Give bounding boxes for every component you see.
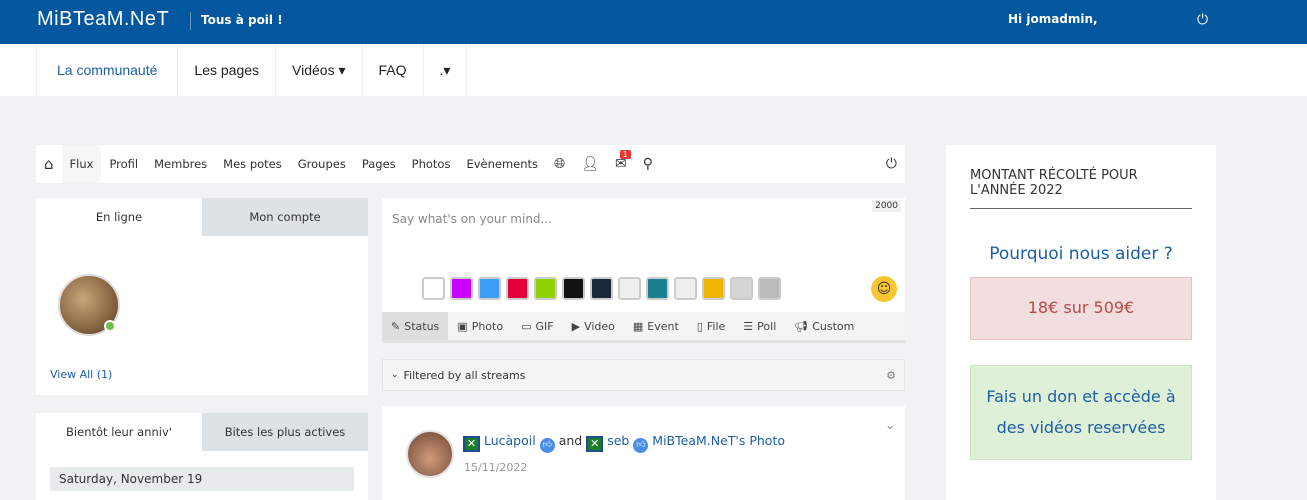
filter-label: Filtered by all streams (403, 368, 526, 382)
tab-en-ligne[interactable]: En ligne (36, 198, 202, 236)
background-swatch[interactable] (422, 277, 445, 300)
nav-pages[interactable]: Pages (354, 145, 404, 183)
nav-faq[interactable]: FAQ (361, 44, 423, 96)
pencil-icon: ✎ (391, 319, 401, 333)
globe-icon[interactable]: 🌐︎ (546, 145, 573, 183)
online-indicator (104, 320, 116, 332)
nav-groupes[interactable]: Groupes (290, 145, 354, 183)
photo-link[interactable]: MiBTeaM.NeT's Photo (652, 433, 785, 448)
gear-icon[interactable]: ⚙ (886, 369, 896, 382)
tagline: Tous à poil ! (201, 13, 283, 27)
like-icon: 👍︎ (633, 438, 649, 453)
power-icon[interactable]: ⏻ (1197, 12, 1208, 28)
divider (190, 12, 191, 30)
chevron-down-icon[interactable]: ⌄ (885, 418, 895, 432)
like-icon: 👍︎ (539, 438, 555, 453)
background-swatch[interactable] (450, 277, 473, 300)
x-flag-icon: ✕ (586, 436, 604, 452)
power-icon[interactable]: ⏻ (878, 145, 905, 183)
nav-profil[interactable]: Profil (101, 145, 146, 183)
status-input[interactable]: Say what's on your mind... (392, 212, 552, 226)
tab-gif[interactable]: ▭ GIF (512, 312, 563, 340)
background-swatches (422, 277, 786, 300)
donation-sidebar: MONTANT RÉCOLTÉ POUR L'ANNÉE 2022 Pourqu… (946, 145, 1216, 500)
view-all-link[interactable]: View All (1) (50, 368, 112, 381)
file-icon: ▯ (696, 319, 703, 333)
friends-icon[interactable]: 👤︎ (573, 145, 607, 183)
background-swatch[interactable] (534, 277, 557, 300)
tab-mon-compte[interactable]: Mon compte (202, 198, 368, 236)
online-panel: En ligne Mon compte View All (1) (36, 198, 368, 395)
tab-file[interactable]: ▯ File (688, 312, 734, 340)
nav-membres[interactable]: Membres (146, 145, 215, 183)
nav-evenements[interactable]: Evènements (458, 145, 546, 183)
site-logo[interactable]: MiBTeaM.NeT (37, 8, 169, 31)
chevron-down-icon: ⌄ (391, 370, 399, 380)
tab-custom[interactable]: 📢︎ Custom (785, 312, 863, 340)
post-date[interactable]: 15/11/2022 (464, 461, 527, 474)
composer-tabs: ✎ Status ▣ Photo ▭ GIF ▶ Video ▦ Event ▯ File … (382, 312, 905, 343)
list-icon: ☰ (743, 319, 754, 333)
post-avatar[interactable] (406, 430, 454, 478)
home-icon[interactable]: ⌂ (36, 145, 62, 183)
camera-icon: ▣ (457, 319, 468, 333)
background-swatch[interactable] (730, 277, 753, 300)
user-link[interactable]: seb (607, 433, 629, 448)
background-swatch[interactable] (674, 277, 697, 300)
social-nav: ⌂ Flux Profil Membres Mes potes Groupes … (36, 145, 905, 183)
image-icon: ▭ (521, 319, 532, 333)
megaphone-icon: 📢︎ (794, 319, 809, 333)
post-header: ✕ Lucàpoil 👍︎ and ✕ seb 👍︎ MiBTeaM.NeT's… (463, 433, 785, 453)
nav-communaute[interactable]: La communauté (36, 44, 177, 96)
tab-event[interactable]: ▦ Event (624, 312, 688, 340)
why-help-link[interactable]: Pourquoi nous aider ? (970, 244, 1192, 264)
search-icon[interactable]: ⚲ (635, 145, 661, 183)
background-swatch[interactable] (562, 277, 585, 300)
background-swatch[interactable] (478, 277, 501, 300)
user-link[interactable]: Lucàpoil (484, 433, 536, 448)
calendar-icon: ▦ (632, 319, 644, 333)
stream-filter[interactable]: ⌄ Filtered by all streams ⚙ (382, 359, 905, 391)
nav-pages[interactable]: Les pages (177, 44, 275, 96)
nav-videos[interactable]: Vidéos ▾ (275, 44, 361, 96)
feed-post: ✕ Lucàpoil 👍︎ and ✕ seb 👍︎ MiBTeaM.NeT's… (382, 406, 905, 500)
background-swatch[interactable] (758, 277, 781, 300)
donate-box[interactable]: Fais un don et accède à des vidéos reser… (970, 365, 1192, 460)
birthday-date: Saturday, November 19 (50, 467, 354, 491)
sidebar-heading: MONTANT RÉCOLTÉ POUR L'ANNÉE 2022 (970, 168, 1192, 209)
tab-video[interactable]: ▶ Video (563, 312, 624, 340)
tab-status[interactable]: ✎ Status (382, 312, 449, 340)
nav-photos[interactable]: Photos (404, 145, 459, 183)
background-swatch[interactable] (590, 277, 613, 300)
mail-icon[interactable]: ✉ 1 (607, 145, 635, 183)
video-icon: ▶ (571, 319, 581, 333)
tab-plus-actives[interactable]: Bites les plus actives (202, 413, 368, 451)
tab-anniversaires[interactable]: Bientôt leur anniv' (36, 413, 202, 451)
top-bar: MiBTeaM.NeT Tous à poil ! Hi jomadmin, ⏻ (0, 0, 1307, 44)
x-flag-icon: ✕ (463, 436, 480, 452)
tab-photo[interactable]: ▣ Photo (448, 312, 512, 340)
background-swatch[interactable] (646, 277, 669, 300)
char-counter: 2000 (872, 200, 901, 212)
user-greeting[interactable]: Hi jomadmin, (1008, 12, 1098, 26)
nav-mes-potes[interactable]: Mes potes (215, 145, 290, 183)
birthday-panel: Bientôt leur anniv' Bites les plus activ… (36, 413, 368, 500)
main-nav: La communauté Les pages Vidéos ▾ FAQ .▾ (0, 44, 1307, 96)
nav-flux[interactable]: Flux (61, 145, 102, 183)
tab-poll[interactable]: ☰ Poll (734, 312, 785, 340)
background-swatch[interactable] (702, 277, 725, 300)
status-composer: Say what's on your mind... 2000 ☺ ✎ Statu… (382, 198, 905, 343)
emoji-icon[interactable]: ☺ (871, 276, 897, 302)
mail-badge: 1 (619, 150, 631, 159)
background-swatch[interactable] (618, 277, 641, 300)
nav-more[interactable]: .▾ (422, 44, 468, 96)
background-swatch[interactable] (506, 277, 529, 300)
donation-progress: 18€ sur 509€ (970, 277, 1192, 340)
